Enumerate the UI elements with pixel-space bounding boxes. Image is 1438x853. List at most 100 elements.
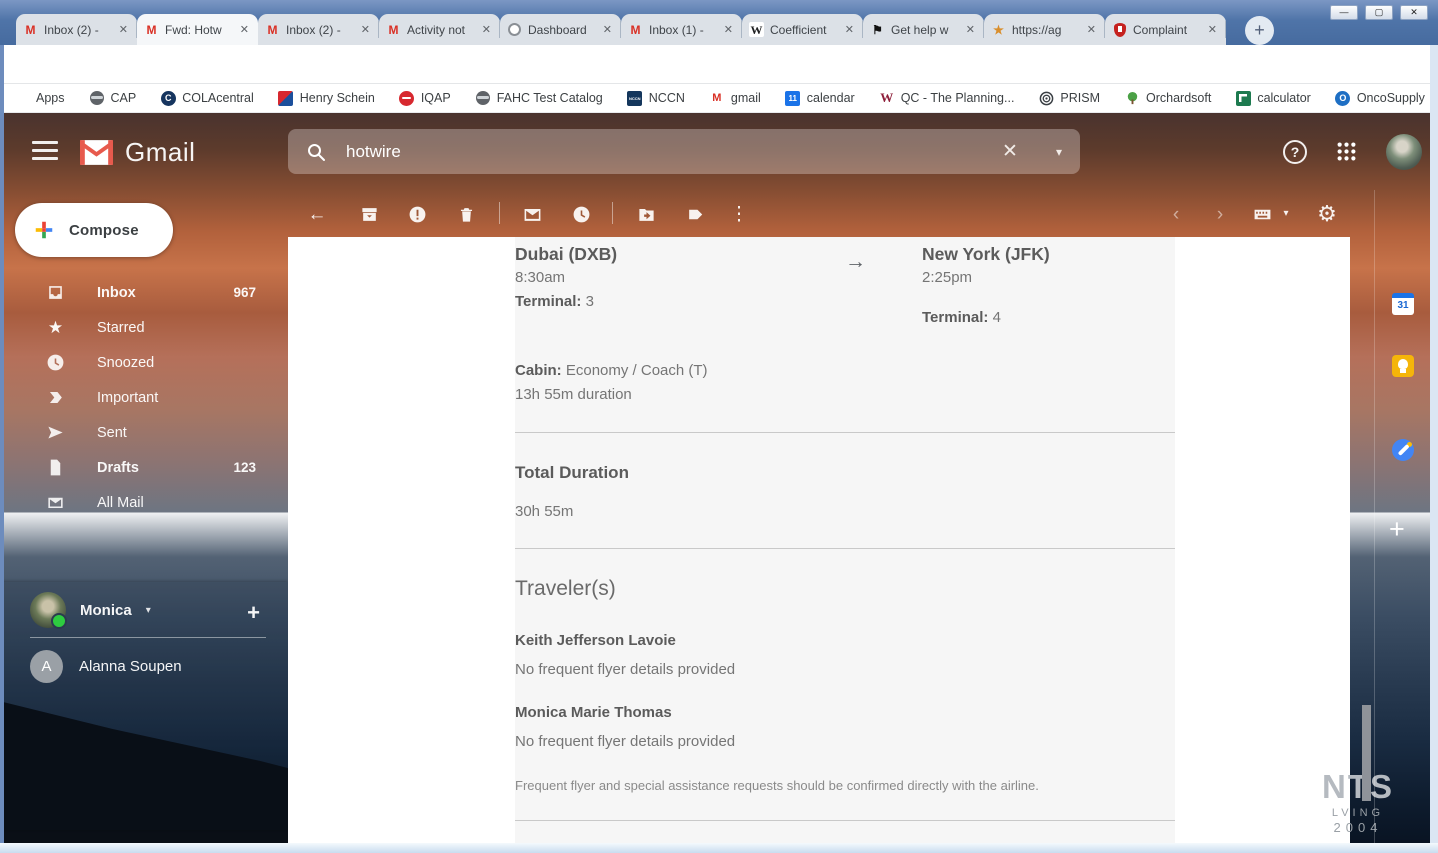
tab-inbox-3[interactable]: M Inbox (1) - ✕ — [621, 14, 742, 45]
tab-coefficient[interactable]: W Coefficient ✕ — [742, 14, 863, 45]
bookmark-calculator[interactable]: calculator — [1235, 90, 1311, 106]
input-tools-icon[interactable] — [1250, 202, 1274, 226]
bookmark-label: COLAcentral — [182, 91, 254, 105]
sidebar-count: 123 — [233, 460, 256, 475]
search-bar[interactable]: ✕ ▾ — [288, 129, 1080, 174]
bookmark-fahc[interactable]: FAHC Test Catalog — [475, 90, 603, 106]
sidebar-label: Drafts — [97, 460, 139, 476]
bookmark-cap[interactable]: CAP — [89, 90, 137, 106]
sidebar-item-important[interactable]: Important — [0, 380, 288, 415]
hangouts-user[interactable]: Monica ▾ — [30, 592, 151, 628]
hamburger-menu-icon[interactable] — [32, 141, 58, 161]
bookmark-oncosupply[interactable]: O OncoSupply — [1335, 90, 1425, 106]
move-to-icon[interactable] — [634, 202, 658, 226]
sidebar-item-sent[interactable]: Sent — [0, 415, 288, 450]
tab-fwd-hotwire-active[interactable]: M Fwd: Hotw ✕ — [137, 14, 258, 45]
tab-close-icon[interactable]: ✕ — [722, 23, 735, 36]
maximize-button[interactable]: ▢ — [1365, 5, 1393, 20]
bookmark-calendar[interactable]: 11 calendar — [785, 90, 855, 106]
input-tools-dropdown-icon[interactable]: ▾ — [1274, 202, 1298, 226]
gmail-favicon-icon: M — [265, 22, 280, 37]
older-email-icon[interactable]: › — [1208, 202, 1232, 226]
iqap-icon — [399, 91, 414, 106]
tab-activity[interactable]: M Activity not ✕ — [379, 14, 500, 45]
tasks-panel-icon[interactable] — [1392, 439, 1414, 461]
account-avatar[interactable] — [1386, 134, 1422, 170]
labels-icon[interactable] — [683, 202, 707, 226]
snooze-icon[interactable] — [569, 202, 593, 226]
bookmark-orchardsoft[interactable]: Orchardsoft — [1124, 90, 1211, 106]
sidebar-nav: Inbox 967 ★ Starred Snoozed Important — [0, 275, 288, 585]
report-spam-icon[interactable] — [405, 202, 429, 226]
tab-close-icon[interactable]: ✕ — [359, 23, 372, 36]
settings-gear-icon[interactable]: ⚙ — [1315, 202, 1339, 226]
google-apps-grid-icon[interactable] — [1337, 142, 1356, 161]
tab-inbox-2[interactable]: M Inbox (2) - ✕ — [258, 14, 379, 45]
sidebar-item-drafts[interactable]: Drafts 123 — [0, 450, 288, 485]
contact-name: Alanna Soupen — [79, 658, 182, 675]
delete-icon[interactable] — [454, 202, 478, 226]
total-duration-heading: Total Duration — [515, 463, 629, 483]
sidebar-item-all-mail[interactable]: All Mail — [0, 485, 288, 520]
tab-get-help[interactable]: ⚑ Get help w ✕ — [863, 14, 984, 45]
gmail-logo[interactable]: Gmail — [80, 137, 195, 168]
clear-search-icon[interactable]: ✕ — [1002, 140, 1018, 163]
hangouts-user-dropdown-icon[interactable]: ▾ — [146, 605, 151, 616]
more-options-icon[interactable]: ⋮ — [727, 202, 751, 226]
new-tab-button[interactable]: + — [1245, 16, 1274, 45]
compose-button[interactable]: Compose — [15, 203, 173, 257]
hangouts-contact[interactable]: A Alanna Soupen — [30, 650, 182, 683]
content-scrollbar-thumb[interactable] — [1362, 705, 1371, 801]
tab-https-ag[interactable]: ★ https://ag ✕ — [984, 14, 1105, 45]
sidebar-label: Inbox — [97, 285, 136, 301]
sidebar-item-snoozed[interactable]: Snoozed — [0, 345, 288, 380]
tab-close-icon[interactable]: ✕ — [964, 23, 977, 36]
bookmark-gmail[interactable]: M gmail — [709, 90, 761, 106]
compose-label: Compose — [69, 222, 139, 239]
traveler-name: Keith Jefferson Lavoie — [515, 632, 676, 649]
tab-close-icon[interactable]: ✕ — [480, 23, 493, 36]
mark-unread-icon[interactable] — [520, 202, 544, 226]
archive-icon[interactable] — [357, 202, 381, 226]
tab-complaint[interactable]: Complaint ✕ — [1105, 14, 1226, 45]
monica-avatar[interactable] — [30, 592, 66, 628]
keep-panel-icon[interactable] — [1392, 355, 1414, 377]
sidebar-item-starred[interactable]: ★ Starred — [0, 310, 288, 345]
bookmark-nccn[interactable]: NCCN NCCN — [627, 90, 685, 106]
window-frame-bottom — [0, 843, 1438, 853]
bookmark-apps[interactable]: Apps — [14, 90, 65, 106]
tab-inbox-1[interactable]: M Inbox (2) - ✕ — [16, 14, 137, 45]
tab-close-icon[interactable]: ✕ — [1085, 23, 1098, 36]
tab-title: Inbox (2) - — [44, 23, 111, 37]
window-frame-right[interactable] — [1430, 45, 1438, 843]
bookmark-qc-planning[interactable]: W QC - The Planning... — [879, 90, 1015, 106]
back-to-list-icon[interactable]: ← — [305, 202, 329, 226]
gmail-favicon-icon: M — [23, 22, 38, 37]
close-button[interactable]: ✕ — [1400, 5, 1428, 20]
tab-close-icon[interactable]: ✕ — [601, 23, 614, 36]
gmail-sidebar: Compose Inbox 967 ★ Starred Snoozed — [0, 190, 288, 853]
bookmark-iqap[interactable]: IQAP — [399, 90, 451, 106]
tab-close-icon[interactable]: ✕ — [238, 23, 251, 36]
help-icon[interactable]: ? — [1283, 140, 1307, 164]
tab-dashboard[interactable]: Dashboard ✕ — [500, 14, 621, 45]
sidebar-item-inbox[interactable]: Inbox 967 — [0, 275, 288, 310]
bookmark-prism[interactable]: PRISM — [1038, 90, 1100, 106]
divider — [612, 202, 613, 224]
tab-close-icon[interactable]: ✕ — [843, 23, 856, 36]
search-options-dropdown-icon[interactable]: ▾ — [1056, 145, 1062, 159]
search-input[interactable] — [346, 142, 982, 162]
calendar-panel-icon[interactable]: 31 — [1392, 293, 1414, 315]
divider — [515, 820, 1175, 821]
bookmark-colacentral[interactable]: C COLAcentral — [160, 90, 254, 106]
minimize-button[interactable]: — — [1330, 5, 1358, 20]
sidebar-label: Snoozed — [97, 355, 154, 371]
new-conversation-button[interactable]: + — [247, 600, 260, 626]
tab-close-icon[interactable]: ✕ — [1206, 23, 1219, 36]
get-addons-button[interactable]: + — [1389, 514, 1405, 545]
newer-email-icon[interactable]: ‹ — [1164, 202, 1188, 226]
search-icon[interactable] — [306, 142, 326, 162]
bookmark-henry-schein[interactable]: Henry Schein — [278, 90, 375, 106]
tab-close-icon[interactable]: ✕ — [117, 23, 130, 36]
hangouts-user-name: Monica — [80, 602, 132, 619]
